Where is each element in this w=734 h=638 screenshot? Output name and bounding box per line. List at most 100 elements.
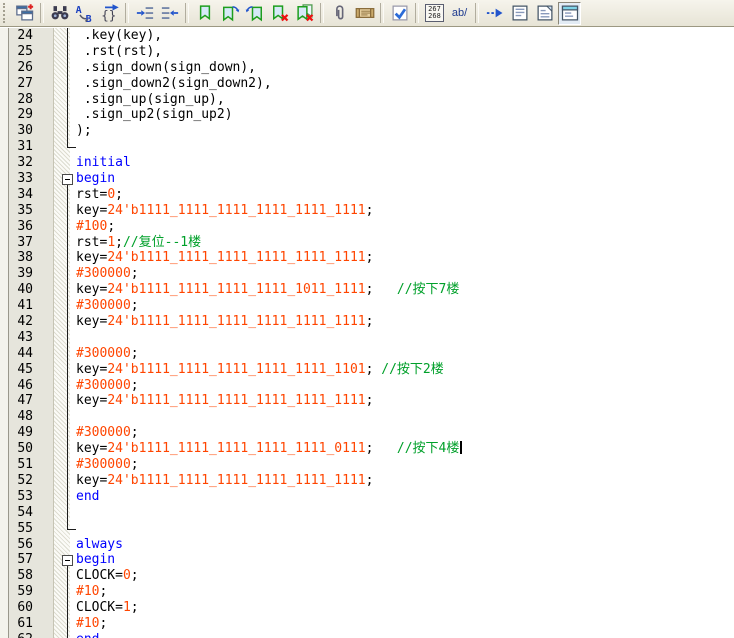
code-line[interactable]: 29 .sign_up2(sign_up2)	[0, 107, 734, 123]
code-line[interactable]: 39#300000;	[0, 266, 734, 282]
code-text: CLOCK=1;	[33, 600, 139, 616]
outdent-icon	[160, 3, 180, 23]
code-line[interactable]: 34rst=0;	[0, 187, 734, 203]
line-number: 27	[0, 76, 33, 92]
code-line[interactable]: 38key=24'b1111_1111_1111_1111_1111_1111;	[0, 250, 734, 266]
line-number: 36	[0, 219, 33, 235]
code-text: .sign_up2(sign_up2)	[33, 107, 233, 123]
code-line[interactable]: 32initial	[0, 155, 734, 171]
line-number: 42	[0, 314, 33, 330]
code-text: #10;	[33, 584, 107, 600]
code-line[interactable]: 57begin	[0, 552, 734, 568]
line-number: 38	[0, 250, 33, 266]
line-number: 39	[0, 266, 33, 282]
line-number: 61	[0, 616, 33, 632]
line-number: 59	[0, 584, 33, 600]
code-line[interactable]: 27 .sign_down2(sign_down2),	[0, 76, 734, 92]
code-line[interactable]: 31	[0, 139, 734, 155]
bookmark-next-icon	[220, 3, 240, 23]
line-number: 56	[0, 537, 33, 553]
bookmark-clear-all-button[interactable]	[293, 2, 316, 25]
code-line[interactable]: 61#10;	[0, 616, 734, 632]
syntax-check-icon	[390, 3, 410, 23]
code-line[interactable]: 26 .sign_down(sign_down),	[0, 60, 734, 76]
view-document-button[interactable]	[508, 2, 531, 25]
code-line[interactable]: 33begin	[0, 171, 734, 187]
bookmark-next-button[interactable]	[218, 2, 241, 25]
syntax-check-button[interactable]	[388, 2, 411, 25]
word-wrap-button[interactable]: ab/	[448, 2, 471, 25]
code-text: #300000;	[33, 298, 139, 314]
code-line[interactable]: 59#10;	[0, 584, 734, 600]
code-text: rst=0;	[33, 187, 123, 203]
code-line[interactable]: 41#300000;	[0, 298, 734, 314]
find-replace-icon: AB	[75, 3, 95, 23]
code-line[interactable]: 58CLOCK=0;	[0, 568, 734, 584]
code-line[interactable]: 47key=24'b1111_1111_1111_1111_1111_1111;	[0, 393, 734, 409]
fold-scope-end	[67, 529, 76, 530]
code-line[interactable]: 46#300000;	[0, 378, 734, 394]
line-number: 53	[0, 489, 33, 505]
text-caret	[460, 441, 462, 454]
view-panel-button[interactable]	[558, 2, 581, 25]
bookmark-toggle-button[interactable]	[193, 2, 216, 25]
code-text: #300000;	[33, 425, 139, 441]
code-line[interactable]: 49#300000;	[0, 425, 734, 441]
code-line[interactable]: 28 .sign_up(sign_up),	[0, 92, 734, 108]
code-line[interactable]: 50key=24'b1111_1111_1111_1111_1111_0111;…	[0, 441, 734, 457]
code-line[interactable]: 55	[0, 521, 734, 537]
code-line[interactable]: 48	[0, 409, 734, 425]
code-line[interactable]: 42key=24'b1111_1111_1111_1111_1111_1111;	[0, 314, 734, 330]
outdent-button[interactable]	[158, 2, 181, 25]
new-window-button[interactable]	[13, 2, 36, 25]
view-outline-button[interactable]	[533, 2, 556, 25]
line-number: 45	[0, 362, 33, 378]
code-line[interactable]: 51#300000;	[0, 457, 734, 473]
script-button[interactable]	[353, 2, 376, 25]
code-text: key=24'b1111_1111_1111_1111_1111_1111;	[33, 314, 373, 330]
code-line[interactable]: 30);	[0, 123, 734, 139]
code-line[interactable]: 37rst=1;//复位--1楼	[0, 235, 734, 251]
code-line[interactable]: 43	[0, 330, 734, 346]
line-number: 43	[0, 330, 33, 346]
view-panel-icon	[560, 3, 580, 23]
code-text: key=24'b1111_1111_1111_1111_1111_1111;	[33, 393, 373, 409]
code-text: .key(key),	[33, 28, 162, 44]
code-line[interactable]: 62end	[0, 632, 734, 638]
fold-scope-line	[67, 566, 68, 638]
code-line[interactable]: 53end	[0, 489, 734, 505]
bookmark-clear-button[interactable]	[268, 2, 291, 25]
code-line[interactable]: 36#100;	[0, 219, 734, 235]
code-line[interactable]: 45key=24'b1111_1111_1111_1111_1111_1101;…	[0, 362, 734, 378]
line-number: 57	[0, 552, 33, 568]
code-line[interactable]: 56always	[0, 537, 734, 553]
code-line[interactable]: 40key=24'b1111_1111_1111_1111_1011_1111;…	[0, 282, 734, 298]
code-text: );	[33, 123, 92, 139]
find-replace-button[interactable]: AB	[73, 2, 96, 25]
code-line[interactable]: 35key=24'b1111_1111_1111_1111_1111_1111;	[0, 203, 734, 219]
code-text: key=24'b1111_1111_1111_1111_1011_1111; /…	[33, 282, 459, 298]
line-number: 50	[0, 441, 33, 457]
code-text	[33, 409, 76, 425]
code-area[interactable]: 24 .key(key),25 .rst(rst),26 .sign_down(…	[0, 28, 734, 638]
indent-button[interactable]	[133, 2, 156, 25]
fold-collapse-button[interactable]	[62, 174, 73, 185]
bookmark-prev-button[interactable]	[243, 2, 266, 25]
code-line[interactable]: 24 .key(key),	[0, 28, 734, 44]
line-number: 35	[0, 203, 33, 219]
code-text: #300000;	[33, 378, 139, 394]
code-line[interactable]: 52key=24'b1111_1111_1111_1111_1111_1111;	[0, 473, 734, 489]
line-numbers-button[interactable]: 267268	[423, 2, 446, 25]
attachment-button[interactable]	[328, 2, 351, 25]
jump-indent-button[interactable]	[483, 2, 506, 25]
code-line[interactable]: 54	[0, 505, 734, 521]
code-line[interactable]: 44#300000;	[0, 346, 734, 362]
toolbar: AB{} 267268ab/	[0, 0, 734, 27]
code-text: .rst(rst),	[33, 44, 162, 60]
line-number: 24	[0, 28, 33, 44]
find-button[interactable]	[48, 2, 71, 25]
code-line[interactable]: 60CLOCK=1;	[0, 600, 734, 616]
code-line[interactable]: 25 .rst(rst),	[0, 44, 734, 60]
goto-brace-button[interactable]: {}	[98, 2, 121, 25]
fold-collapse-button[interactable]	[62, 555, 73, 566]
